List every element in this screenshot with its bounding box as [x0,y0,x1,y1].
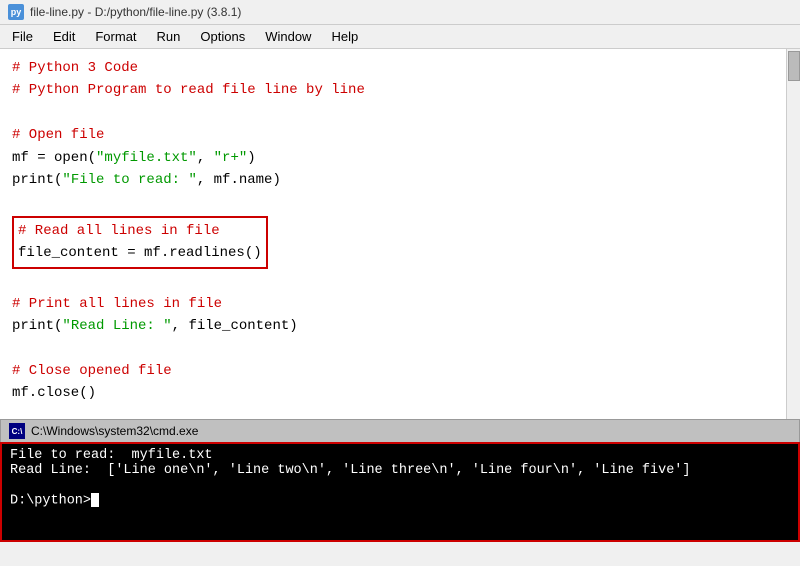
menu-format[interactable]: Format [87,27,144,46]
scrollbar[interactable] [786,49,800,419]
menu-help[interactable]: Help [323,27,366,46]
code-line-12: print("Read Line: ", file_content) [12,315,788,337]
code-line-15: mf.close() [12,382,788,404]
menu-run[interactable]: Run [149,27,189,46]
terminal-title: C:\Windows\system32\cmd.exe [31,424,198,438]
code-line-9: file_content = mf.readlines() [18,242,262,264]
terminal-icon: C:\ [9,423,25,439]
cursor [91,493,99,507]
terminal-line-1: File to read: myfile.txt [10,448,790,463]
terminal-line-3 [10,478,790,493]
code-line-13 [12,338,788,360]
code-line-3 [12,102,788,124]
menu-edit[interactable]: Edit [45,27,83,46]
code-editor[interactable]: # Python 3 Code # Python Program to read… [0,49,800,419]
title-bar: py file-line.py - D:/python/file-line.py… [0,0,800,25]
code-line-11: # Print all lines in file [12,293,788,315]
highlight-box: # Read all lines in file file_content = … [12,216,268,269]
code-line-5: mf = open("myfile.txt", "r+") [12,147,788,169]
menu-options[interactable]: Options [192,27,253,46]
menu-file[interactable]: File [4,27,41,46]
code-line-1: # Python 3 Code [12,57,788,79]
code-line-4: # Open file [12,124,788,146]
menu-bar: File Edit Format Run Options Window Help [0,25,800,49]
terminal-line-2: Read Line: ['Line one\n', 'Line two\n', … [10,463,790,478]
menu-window[interactable]: Window [257,27,319,46]
code-line-6: print("File to read: ", mf.name) [12,169,788,191]
code-line-14: # Close opened file [12,360,788,382]
editor-wrapper: # Python 3 Code # Python Program to read… [0,49,800,419]
code-line-10 [12,271,788,293]
code-line-2: # Python Program to read file line by li… [12,79,788,101]
title-bar-text: file-line.py - D:/python/file-line.py (3… [30,5,241,19]
terminal-body[interactable]: File to read: myfile.txt Read Line: ['Li… [0,442,800,542]
app-icon: py [8,4,24,20]
scrollbar-thumb[interactable] [788,51,800,81]
code-line-8: # Read all lines in file [18,220,262,242]
code-line-7 [12,191,788,213]
terminal-prompt: D:\python> [10,493,790,509]
terminal-titlebar: C:\ C:\Windows\system32\cmd.exe [0,419,800,442]
